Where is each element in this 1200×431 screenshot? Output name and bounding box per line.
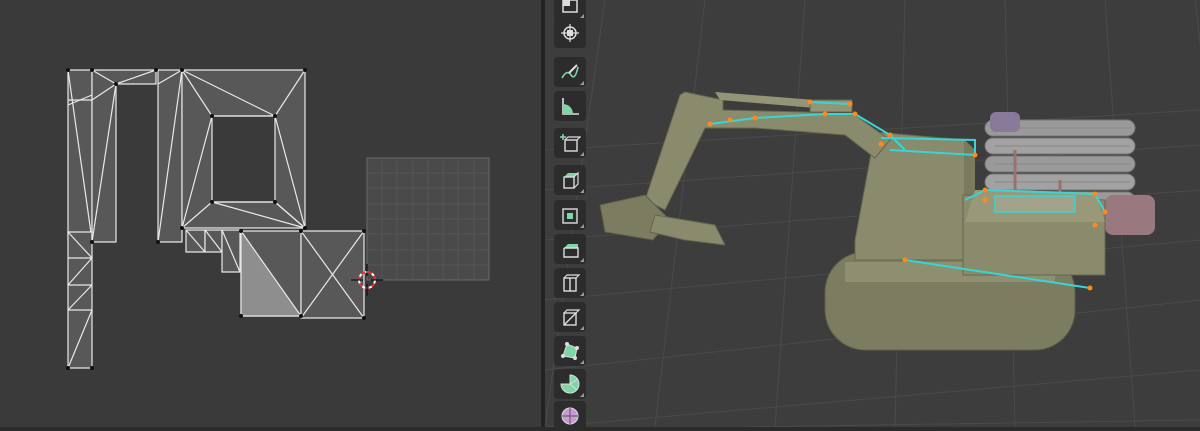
cursor-icon [561, 24, 579, 42]
knife-tool[interactable] [554, 302, 586, 332]
add-cube-icon [560, 134, 581, 152]
uv-editor[interactable] [0, 0, 541, 427]
inset-faces-icon [562, 208, 578, 224]
extrude-region-tool[interactable] [554, 165, 586, 195]
spin-icon [560, 374, 580, 394]
cursor-tool[interactable] [554, 18, 586, 48]
tool-shelf [549, 0, 591, 431]
select-box-icon [562, 0, 578, 13]
3d-viewport[interactable] [545, 0, 1200, 427]
blender-window [0, 0, 1200, 431]
select-box-tool[interactable] [554, 0, 586, 20]
extrude-region-icon [563, 171, 579, 189]
bevel-icon [563, 244, 579, 258]
measure-icon [562, 98, 579, 115]
smooth-icon [561, 407, 579, 425]
knife-icon [563, 309, 581, 326]
bevel-tool[interactable] [554, 234, 586, 264]
poly-build-tool[interactable] [554, 336, 586, 366]
spin-tool[interactable] [554, 369, 586, 399]
excavator-model[interactable] [599, 91, 1155, 351]
uv-canvas[interactable] [0, 0, 541, 427]
uv-islands[interactable] [67, 69, 365, 369]
poly-build-icon [561, 342, 579, 360]
loop-cut-tool[interactable] [554, 268, 586, 298]
uv-texture-grid [366, 157, 490, 281]
annotate-tool[interactable] [554, 57, 586, 87]
measure-tool[interactable] [554, 91, 586, 121]
add-cube-tool[interactable] [554, 128, 586, 158]
annotate-icon [561, 64, 579, 79]
inset-faces-tool[interactable] [554, 200, 586, 230]
loop-cut-icon [563, 274, 581, 292]
viewport-canvas[interactable] [545, 0, 1200, 427]
